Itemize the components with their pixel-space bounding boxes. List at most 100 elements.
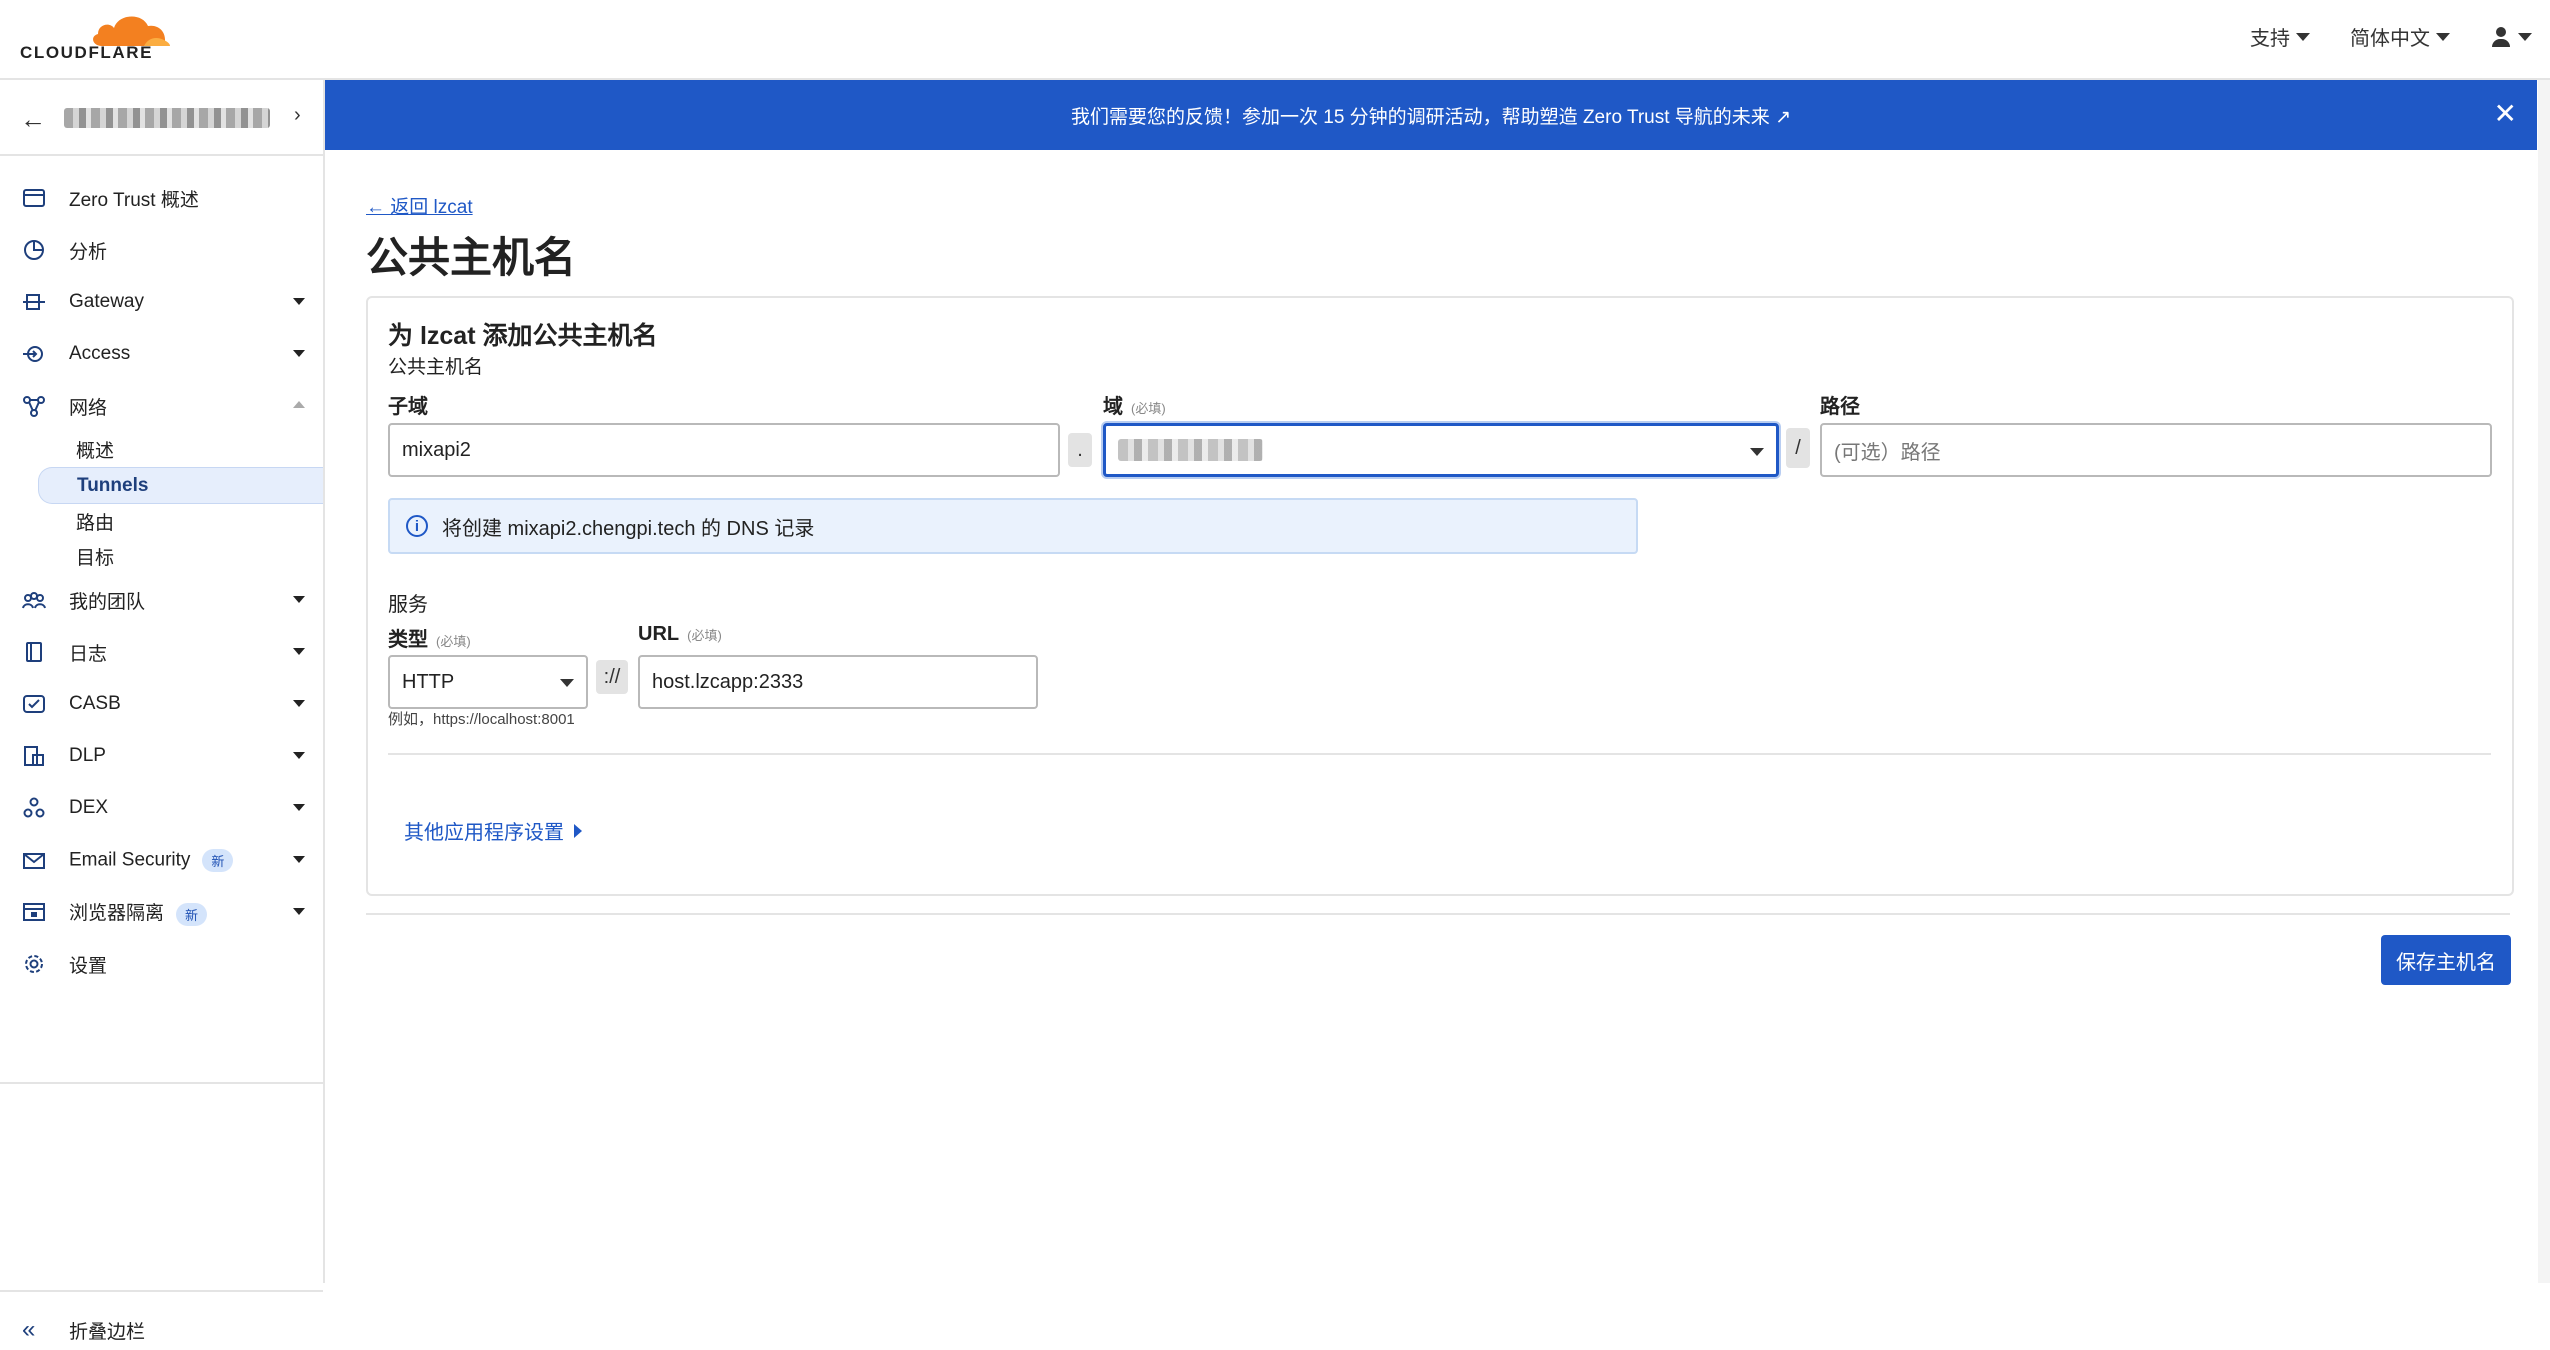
sidebar-item-label: Zero Trust 概述 (69, 189, 199, 211)
sidebar-item-logs[interactable]: 日志 (0, 626, 323, 678)
sidebar-item-label: DLP (69, 745, 106, 766)
casb-icon (23, 695, 45, 713)
analytics-icon (24, 240, 44, 260)
gear-icon (25, 955, 43, 973)
sidebar-item-label: 网络 (69, 397, 108, 419)
feedback-banner: 我们需要您的反馈！参加一次 15 分钟的调研活动，帮助塑造 Zero Trust… (325, 80, 2537, 150)
chevron-right-icon: › (294, 104, 301, 126)
chevron-down-icon (293, 752, 305, 759)
sidebar-item-label: Access (69, 343, 131, 364)
save-hostname-button[interactable]: 保存主机名 (2381, 935, 2511, 985)
info-icon: i (406, 515, 428, 537)
chevron-down-icon (2296, 32, 2310, 41)
url-label: URL (必填) (638, 623, 722, 646)
subdomain-label: 子域 (388, 390, 428, 419)
card-divider (388, 753, 2491, 755)
collapse-sidebar-button[interactable]: « 折叠边栏 (0, 1310, 323, 1350)
dot-separator: . (1068, 433, 1092, 467)
sidebar-item-label: CASB (69, 693, 121, 714)
page-title: 公共主机名 (366, 234, 577, 281)
logs-icon (26, 642, 42, 662)
network-icon (23, 396, 45, 417)
top-nav: 支持 简体中文 (2250, 22, 2532, 51)
arrow-left-icon[interactable]: ← (20, 104, 46, 135)
language-menu[interactable]: 简体中文 (2350, 22, 2450, 51)
path-label-text: 路径 (1820, 396, 1860, 418)
chevron-down-icon (293, 596, 305, 603)
path-input[interactable]: (可选）路径 (1820, 423, 2492, 477)
chevron-down-icon (293, 298, 305, 305)
sidebar-item-my-team[interactable]: 我的团队 (0, 574, 323, 626)
sidebar-item-overview[interactable]: Zero Trust 概述 (0, 172, 323, 224)
support-menu[interactable]: 支持 (2250, 22, 2310, 51)
sidebar-item-browser-isolation[interactable]: 浏览器隔离新 (0, 886, 323, 938)
dlp-icon (24, 746, 44, 766)
subdomain-input[interactable]: mixapi2 (388, 423, 1060, 477)
top-bar: CLOUDFLARE 支持 简体中文 (0, 0, 2550, 80)
sidebar-item-gateway[interactable]: Gateway (0, 276, 323, 328)
account-menu[interactable] (2490, 26, 2532, 48)
sidebar-divider (0, 1082, 323, 1084)
domain-label: 域 (必填) (1103, 390, 1166, 419)
service-label: 服务 (388, 594, 428, 616)
account-switcher[interactable]: ← › (0, 80, 323, 156)
scheme-separator: :// (596, 660, 628, 694)
service-type-select[interactable]: HTTP (388, 655, 588, 709)
browser-icon (23, 903, 45, 921)
banner-text[interactable]: 我们需要您的反馈！参加一次 15 分钟的调研活动，帮助塑造 Zero Trust… (1071, 102, 1791, 129)
subdomain-value: mixapi2 (402, 438, 471, 461)
chevron-down-icon (293, 350, 305, 357)
sidebar-subitem-overview[interactable]: 概述 (0, 432, 323, 467)
sidebar-item-network[interactable]: 网络 (0, 380, 323, 432)
sidebar-nav: Zero Trust 概述 分析 Gateway Access 网络 概述 Tu… (0, 172, 323, 990)
sidebar-item-label: Gateway (69, 291, 144, 312)
access-icon (23, 346, 43, 362)
chevron-down-icon (293, 856, 305, 863)
team-icon (22, 592, 46, 609)
back-link[interactable]: ← 返回 lzcat (366, 192, 473, 219)
chevron-down-icon (560, 679, 574, 687)
sidebar-subitem-tunnels[interactable]: Tunnels (38, 467, 323, 504)
support-label: 支持 (2250, 28, 2290, 50)
required-hint: (必填) (687, 628, 722, 643)
subdomain-label-text: 子域 (388, 396, 428, 418)
logo-wordmark: CLOUDFLARE (20, 43, 154, 62)
collapse-label: 折叠边栏 (69, 1321, 146, 1343)
url-label-text: URL (638, 623, 680, 645)
browser-isolation-label: 浏览器隔离 (69, 903, 165, 925)
domain-select[interactable] (1103, 423, 1779, 477)
additional-settings-toggle[interactable]: 其他应用程序设置 (404, 816, 582, 845)
service-url-input[interactable]: host.lzcapp:2333 (638, 655, 1038, 709)
sidebar-item-analytics[interactable]: 分析 (0, 224, 323, 276)
sidebar-subitem-targets[interactable]: 目标 (0, 539, 323, 574)
sidebar-item-casb[interactable]: CASB (0, 678, 323, 730)
sidebar-item-dlp[interactable]: DLP (0, 730, 323, 782)
scrollbar[interactable] (2538, 80, 2550, 1283)
sidebar-item-label: 分析 (69, 241, 108, 263)
double-chevron-left-icon: « (22, 1316, 36, 1343)
sidebar-item-label: 浏览器隔离新 (69, 898, 208, 926)
dex-icon (23, 797, 45, 818)
path-label: 路径 (1820, 390, 1860, 419)
sidebar-item-label: 设置 (69, 955, 108, 977)
card-title: 为 lzcat 添加公共主机名 (388, 322, 658, 350)
cloudflare-logo[interactable]: CLOUDFLARE (18, 10, 170, 62)
service-url-value: host.lzcapp:2333 (652, 670, 804, 693)
email-security-label: Email Security (69, 849, 191, 871)
account-name-redacted (64, 108, 270, 128)
overview-icon (23, 189, 45, 207)
chevron-up-icon (293, 401, 305, 408)
sidebar-subitem-routes[interactable]: 路由 (0, 504, 323, 539)
dns-info-alert: i 将创建 mixapi2.chengpi.tech 的 DNS 记录 (388, 498, 1638, 554)
sidebar-item-access[interactable]: Access (0, 328, 323, 380)
close-icon[interactable]: ✕ (2494, 100, 2517, 128)
hostname-form-card: 为 lzcat 添加公共主机名 公共主机名 子域 mixapi2 . 域 (必填)… (366, 296, 2514, 896)
new-badge: 新 (176, 902, 208, 926)
required-hint: (必填) (436, 634, 471, 649)
sidebar-item-email-security[interactable]: Email Security 新 (0, 834, 323, 886)
page-divider (366, 913, 2510, 915)
chevron-down-icon (2436, 32, 2450, 41)
sidebar-item-settings[interactable]: 设置 (0, 938, 323, 990)
sidebar: ← › Zero Trust 概述 分析 Gateway Access 网络 概… (0, 80, 325, 1343)
sidebar-item-dex[interactable]: DEX (0, 782, 323, 834)
